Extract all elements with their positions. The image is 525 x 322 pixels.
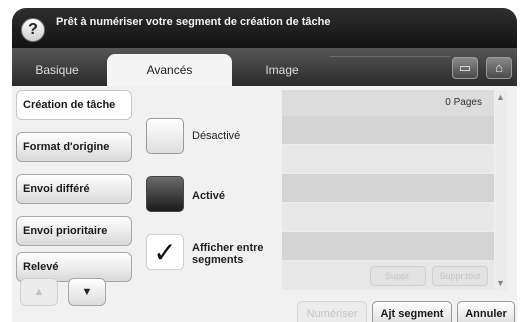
tab-basique[interactable]: Basique [12,54,102,86]
scroll-up-icon[interactable]: ▲ [496,92,505,102]
option-label: Activé [192,190,226,202]
content-panel: Création de tâche Format d'origine Envoi… [12,86,517,322]
delete-button[interactable]: Suppr. [370,266,426,286]
option-desactive[interactable]: Désactivé [146,118,284,158]
question-icon[interactable]: ? [21,18,45,42]
tab-divider [330,56,450,86]
pages-list: 0 Pages Suppr. Suppr.tout ▲ ▼ [282,90,507,290]
radio-box-off[interactable] [146,118,184,154]
delete-all-button[interactable]: Suppr.tout [432,266,488,286]
tab-image[interactable]: Image [237,54,327,86]
scrollbar[interactable] [495,90,507,290]
sidebar-pager: ▲ ▼ [20,278,130,308]
list-item [282,116,494,145]
list-item [282,145,494,174]
list-item [282,203,494,232]
option-afficher-entre-segments[interactable]: ✓ Afficher entre segments [146,234,284,274]
option-label: Désactivé [192,130,241,142]
home-icon[interactable]: ⌂ [486,57,512,79]
scan-button[interactable]: Numériser [297,301,367,322]
cancel-button[interactable]: Annuler [457,301,515,322]
sidebar-item-envoi-prioritaire[interactable]: Envoi prioritaire [16,216,132,246]
scan-job-build-screen: ? Prêt à numériser votre segment de créa… [0,0,525,322]
header-bar: ? Prêt à numériser votre segment de créa… [12,8,517,48]
option-active[interactable]: Activé [146,176,284,216]
sidebar-prev-button[interactable]: ▲ [20,278,58,306]
radio-box-on[interactable] [146,176,184,212]
tab-avances[interactable]: Avancés [107,54,232,86]
sidebar-item-envoi-differe[interactable]: Envoi différé [16,174,132,204]
checkmark-icon[interactable]: ✓ [146,234,184,270]
option-column: Désactivé Activé ✓ Afficher entre segmen… [142,86,284,322]
scroll-down-icon[interactable]: ▼ [496,278,505,288]
sidebar-item-format-origine[interactable]: Format d'origine [16,132,132,162]
list-item [282,174,494,203]
sidebar-next-button[interactable]: ▼ [68,278,106,306]
option-label: Afficher entre segments [192,242,264,266]
status-title: Prêt à numériser votre segment de créati… [56,16,331,28]
tab-bar: Basique Avancés Image ▭ ⌂ [12,48,517,86]
pages-count: 0 Pages [282,90,494,116]
sidebar-item-creation-tache[interactable]: Création de tâche [16,90,132,120]
tray-icon[interactable]: ▭ [452,57,478,79]
list-item [282,232,494,261]
add-segment-button[interactable]: Ajt segment [372,301,452,322]
